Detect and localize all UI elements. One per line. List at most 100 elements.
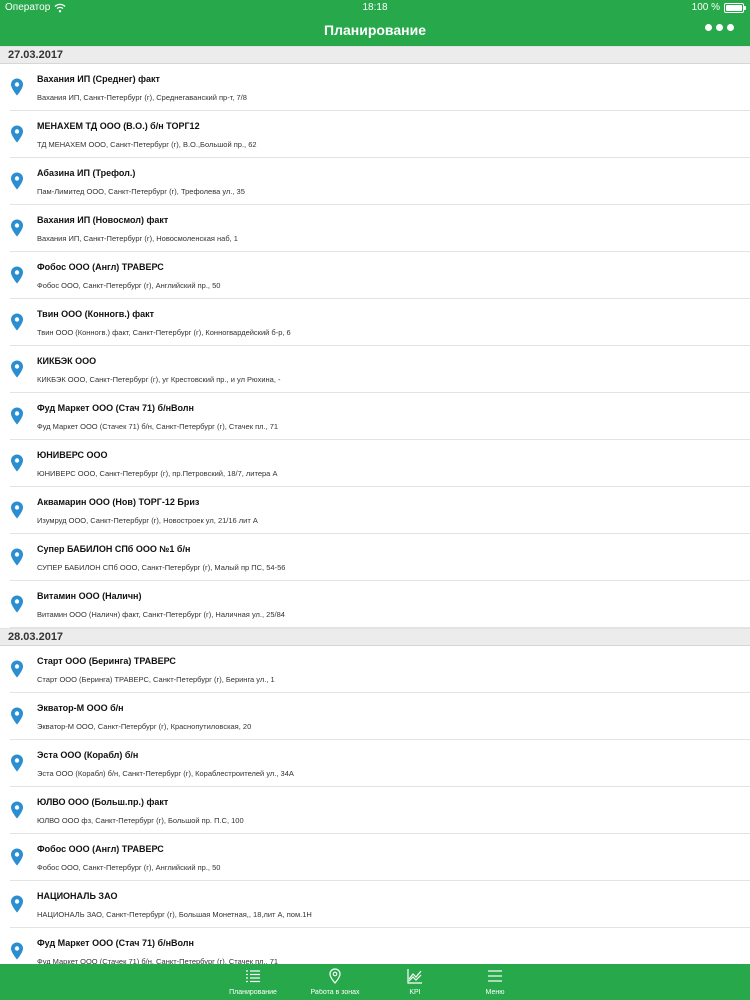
list-item-address: Изумруд ООО, Санкт-Петербург (г), Новост… xyxy=(37,516,258,525)
section-header-date: 27.03.2017 xyxy=(0,46,750,64)
tab-planning-label: Планирование xyxy=(229,989,277,996)
list-item-address: Фобос ООО, Санкт-Петербург (г), Английск… xyxy=(37,281,221,290)
list-item-address: ЮНИВЕРС ООО, Санкт-Петербург (г), пр.Пет… xyxy=(37,469,278,478)
location-pin-icon xyxy=(11,266,23,284)
location-pin-icon xyxy=(11,754,23,772)
menu-icon xyxy=(488,970,502,982)
map-pin-icon xyxy=(329,968,341,984)
list-item-address: Твин ООО (Конногв.) факт, Санкт-Петербур… xyxy=(37,328,291,337)
list-item[interactable]: Витамин ООО (Наличн) Витамин ООО (Наличн)… xyxy=(0,581,750,628)
list-item-address: Вахания ИП, Санкт-Петербург (г), Среднег… xyxy=(37,93,247,102)
more-options-button[interactable] xyxy=(705,24,734,31)
list-item-title: Твин ООО (Конногв.) факт xyxy=(37,309,155,319)
location-pin-icon xyxy=(11,801,23,819)
location-pin-icon xyxy=(11,548,23,566)
list-item[interactable]: Супер БАБИЛОН СПб ООО №1 б/н СУПЕР БАБИЛО… xyxy=(0,534,750,581)
battery-icon xyxy=(724,2,746,13)
list-item[interactable]: МЕНАХЕМ ТД ООО (В.О.) б/н ТОРГ12 ТД МЕНАХ… xyxy=(0,111,750,158)
more-dot-icon xyxy=(705,24,712,31)
location-pin-icon xyxy=(11,595,23,613)
location-pin-icon xyxy=(11,707,23,725)
list-item-address: Вахания ИП, Санкт-Петербург (г), Новосмо… xyxy=(37,234,238,243)
list-item-title: Фобос ООО (Англ) ТРАВЕРС xyxy=(37,262,164,272)
list-item[interactable]: ЮНИВЕРС ООО ЮНИВЕРС ООО, Санкт-Петербург … xyxy=(0,440,750,487)
list-item-address: Фобос ООО, Санкт-Петербург (г), Английск… xyxy=(37,863,221,872)
list-item-title: Экватор-М ООО б/н xyxy=(37,703,124,713)
list-item[interactable]: Фобос ООО (Англ) ТРАВЕРС Фобос ООО, Санкт… xyxy=(0,252,750,299)
page-title: Планирование xyxy=(324,22,426,38)
list-item-title: Аквамарин ООО (Нов) ТОРГ-12 Бриз xyxy=(37,497,200,507)
battery-group: 100 % xyxy=(691,2,746,13)
list-item-title: Вахания ИП (Новосмол) факт xyxy=(37,215,169,225)
list-item-title: МЕНАХЕМ ТД ООО (В.О.) б/н ТОРГ12 xyxy=(37,121,200,131)
list-item[interactable]: Экватор-М ООО б/н Экватор-М ООО, Санкт-Пе… xyxy=(0,693,750,740)
battery-percent: 100 % xyxy=(691,2,720,13)
more-dot-icon xyxy=(727,24,734,31)
navigation-bar: Планирование xyxy=(0,16,750,46)
list-item-address: ЮЛВО ООО фз, Санкт-Петербург (г), Большо… xyxy=(37,816,244,825)
location-pin-icon xyxy=(11,219,23,237)
list-item-address: Экватор-М ООО, Санкт-Петербург (г), Крас… xyxy=(37,722,252,731)
list-item[interactable]: КИКБЭК ООО КИКБЭК ООО, Санкт-Петербург (г… xyxy=(0,346,750,393)
location-pin-icon xyxy=(11,942,23,960)
location-pin-icon xyxy=(11,660,23,678)
list-item-title: Старт ООО (Беринга) ТРАВЕРС xyxy=(37,656,176,666)
chart-icon xyxy=(407,969,422,984)
list-item-address: Фуд Маркет ООО (Стачек 71) б/н, Санкт-Пе… xyxy=(37,422,279,431)
list-item[interactable]: Вахания ИП (Среднег) факт Вахания ИП, Сан… xyxy=(0,64,750,111)
tab-bar: Планирование Работа в зонах KPI Меню xyxy=(0,964,750,1000)
list-item-address: СУПЕР БАБИЛОН СПб ООО, Санкт-Петербург (… xyxy=(37,563,286,572)
list-item-address: Эста ООО (Корабл) б/н, Санкт-Петербург (… xyxy=(37,769,294,778)
list-item-title: ЮНИВЕРС ООО xyxy=(37,450,108,460)
list-item-address: КИКБЭК ООО, Санкт-Петербург (г), уг Крес… xyxy=(37,375,281,384)
location-pin-icon xyxy=(11,895,23,913)
list-item[interactable]: Абазина ИП (Трефол.) Пам-Лимитед ООО, Сан… xyxy=(0,158,750,205)
list-item-title: ЮЛВО ООО (Больш.пр.) факт xyxy=(37,797,169,807)
list-item-address: Фуд Маркет ООО (Стачек 71) б/н, Санкт-Пе… xyxy=(37,957,279,964)
list-item-title: Эста ООО (Корабл) б/н xyxy=(37,750,139,760)
list-item-address: НАЦИОНАЛЬ ЗАО, Санкт-Петербург (г), Боль… xyxy=(37,910,312,919)
section-header-date: 28.03.2017 xyxy=(0,628,750,646)
list-item[interactable]: Аквамарин ООО (Нов) ТОРГ-12 Бриз Изумруд … xyxy=(0,487,750,534)
list-item-address: Витамин ООО (Наличн) факт, Санкт-Петербу… xyxy=(37,610,285,619)
list-item-title: Фуд Маркет ООО (Стач 71) б/нВолн xyxy=(37,938,194,948)
tab-zones[interactable]: Работа в зонах xyxy=(290,964,380,1000)
tab-planning[interactable]: Планирование xyxy=(208,964,298,1000)
list-item[interactable]: НАЦИОНАЛЬ ЗАО НАЦИОНАЛЬ ЗАО, Санкт-Петерб… xyxy=(0,881,750,928)
tab-kpi-label: KPI xyxy=(409,989,421,996)
list-item[interactable]: Старт ООО (Беринга) ТРАВЕРС Старт ООО (Бе… xyxy=(0,646,750,693)
location-pin-icon xyxy=(11,125,23,143)
list-item[interactable]: ЮЛВО ООО (Больш.пр.) факт ЮЛВО ООО фз, Са… xyxy=(0,787,750,834)
list-item-title: Витамин ООО (Наличн) xyxy=(37,591,142,601)
list-item[interactable]: Фуд Маркет ООО (Стач 71) б/нВолн Фуд Марк… xyxy=(0,393,750,440)
tab-kpi[interactable]: KPI xyxy=(370,964,460,1000)
location-pin-icon xyxy=(11,360,23,378)
list-item[interactable]: Фобос ООО (Англ) ТРАВЕРС Фобос ООО, Санкт… xyxy=(0,834,750,881)
list-item-title: НАЦИОНАЛЬ ЗАО xyxy=(37,891,118,901)
planning-list[interactable]: 27.03.2017 Вахания ИП (Среднег) факт Вахан… xyxy=(0,46,750,964)
list-item-address: Пам-Лимитед ООО, Санкт-Петербург (г), Тр… xyxy=(37,187,245,196)
tab-menu[interactable]: Меню xyxy=(450,964,540,1000)
list-item-address: ТД МЕНАХЕМ ООО, Санкт-Петербург (г), В.О… xyxy=(37,140,257,149)
list-item[interactable]: Фуд Маркет ООО (Стач 71) б/нВолн Фуд Марк… xyxy=(0,928,750,964)
location-pin-icon xyxy=(11,501,23,519)
status-bar: Оператор 18:18 100 % xyxy=(0,0,750,16)
list-item-title: Фобос ООО (Англ) ТРАВЕРС xyxy=(37,844,164,854)
location-pin-icon xyxy=(11,848,23,866)
tab-menu-label: Меню xyxy=(485,989,505,996)
location-pin-icon xyxy=(11,407,23,425)
list-item[interactable]: Твин ООО (Конногв.) факт Твин ООО (Конног… xyxy=(0,299,750,346)
more-dot-icon xyxy=(716,24,723,31)
list-item-title: Супер БАБИЛОН СПб ООО №1 б/н xyxy=(37,544,191,554)
location-pin-icon xyxy=(11,313,23,331)
location-pin-icon xyxy=(11,454,23,472)
list-item-title: Фуд Маркет ООО (Стач 71) б/нВолн xyxy=(37,403,194,413)
list-item[interactable]: Эста ООО (Корабл) б/н Эста ООО (Корабл) б… xyxy=(0,740,750,787)
clock: 18:18 xyxy=(362,2,388,13)
list-item[interactable]: Вахания ИП (Новосмол) факт Вахания ИП, Са… xyxy=(0,205,750,252)
list-item-title: Вахания ИП (Среднег) факт xyxy=(37,74,160,84)
list-item-address: Старт ООО (Беринга) ТРАВЕРС, Санкт-Петер… xyxy=(37,675,275,684)
location-pin-icon xyxy=(11,78,23,96)
list-icon xyxy=(246,970,260,983)
tab-zones-label: Работа в зонах xyxy=(310,989,360,996)
